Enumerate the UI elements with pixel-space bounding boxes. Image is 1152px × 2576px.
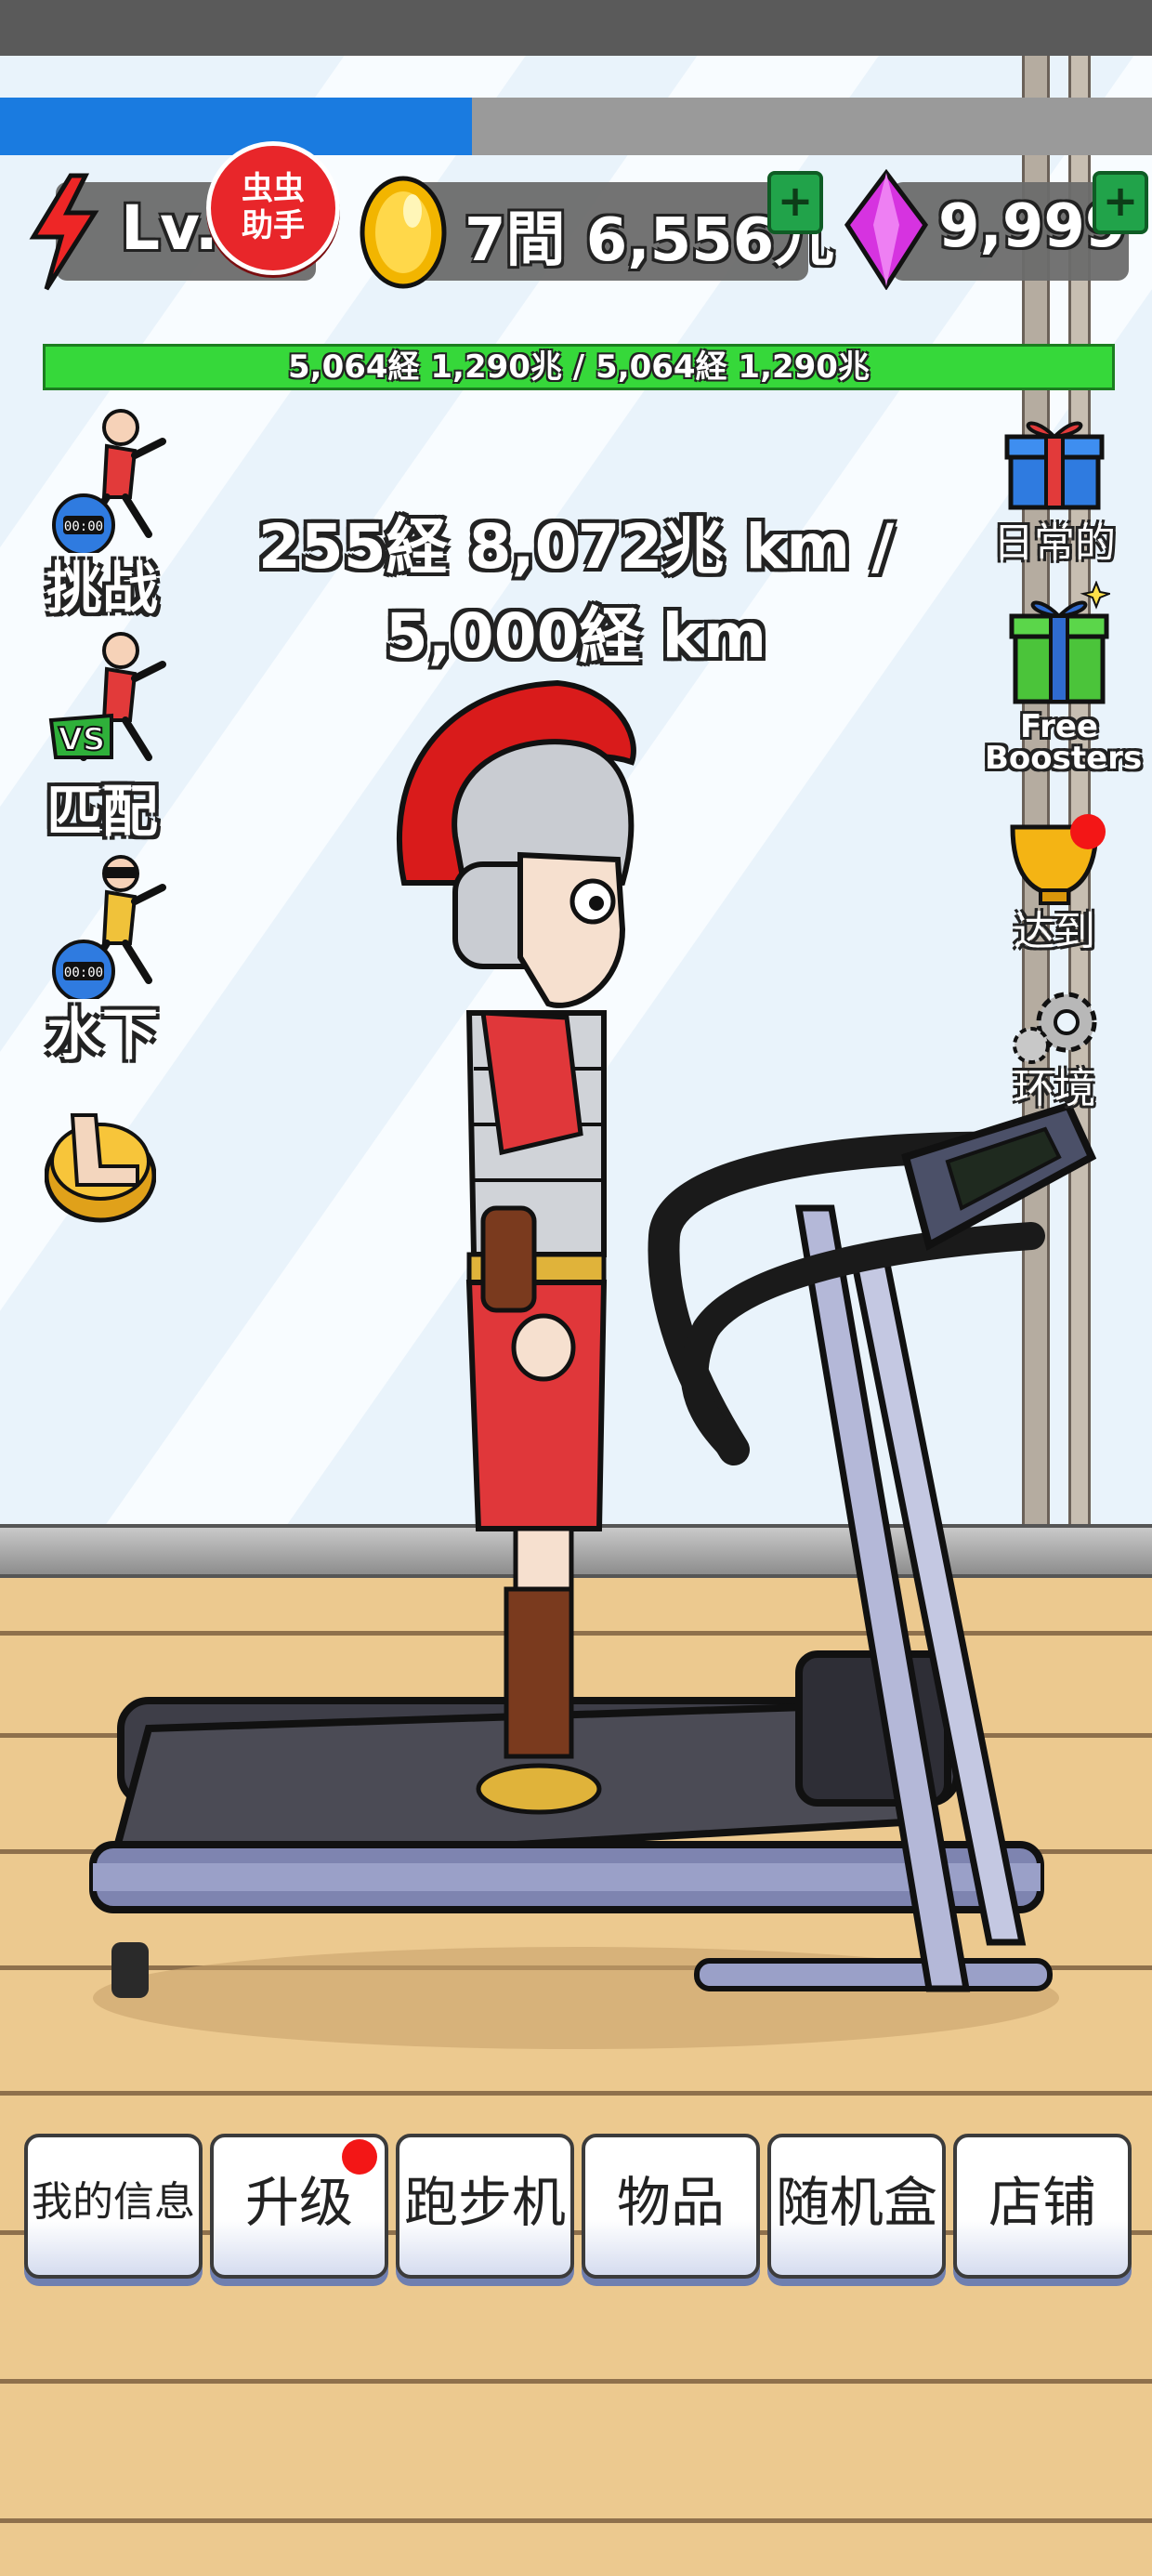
- daily-button[interactable]: 日常的: [985, 409, 1124, 567]
- foot-button[interactable]: [44, 1087, 157, 1227]
- treadmill-button[interactable]: 跑步机: [396, 2134, 574, 2279]
- assistant-badge-line2: 助手: [242, 207, 305, 244]
- assistant-badge-line1: 虫虫: [242, 170, 305, 207]
- hp-bar: 5,064経 1,290兆 / 5,064経 1,290兆: [43, 344, 1115, 390]
- achievement-notification-dot: [1070, 814, 1106, 849]
- green-gift-icon: [1009, 581, 1110, 704]
- purple-gem-icon: [844, 169, 929, 290]
- roman-soldier-character: [397, 679, 636, 1815]
- assistant-badge[interactable]: 虫虫 助手: [206, 141, 340, 275]
- items-button[interactable]: 物品: [582, 2134, 760, 2279]
- timer-text: 00:00: [64, 966, 103, 980]
- stamina-progress-bar: [0, 98, 1152, 155]
- foot-icon: [44, 1113, 157, 1223]
- my-info-button[interactable]: 我的信息: [24, 2134, 203, 2279]
- upgrade-button[interactable]: 升级: [210, 2134, 388, 2279]
- add-gems-button[interactable]: +: [1093, 171, 1148, 234]
- upgrade-label: 升级: [244, 2171, 353, 2234]
- match-button[interactable]: VS 匹配: [37, 627, 167, 845]
- add-coins-button[interactable]: +: [767, 171, 823, 234]
- match-label: 匹配: [46, 780, 158, 845]
- diver-runner-icon: 00:00: [52, 855, 166, 999]
- free-boosters-button[interactable]: Free Boosters: [985, 581, 1143, 777]
- runner-icon: 00:00: [52, 409, 166, 553]
- free-boosters-line1: Free: [1020, 708, 1098, 745]
- distance-counter: 255経 8,072兆 km / 5,000経 km: [257, 511, 895, 672]
- stamina-progress-fill: [0, 98, 473, 155]
- free-boosters-label: Free Boosters: [985, 708, 1143, 777]
- daily-label: 日常的: [993, 519, 1116, 567]
- underwater-button[interactable]: 00:00 水下: [37, 850, 167, 1068]
- achievement-button[interactable]: 达到: [985, 808, 1124, 957]
- timer-text: 00:00: [64, 519, 103, 534]
- underwater-label: 水下: [46, 1003, 158, 1068]
- gold-coin-icon: [360, 176, 447, 289]
- challenge-label: 挑战: [46, 557, 158, 622]
- gift-icon: [1004, 421, 1105, 510]
- top-bar: [0, 0, 1152, 56]
- lightning-icon: [29, 173, 99, 291]
- vs-badge-text: VS: [59, 721, 106, 758]
- upgrade-notification-dot: [342, 2139, 377, 2175]
- achievement-label: 达到: [1014, 908, 1095, 955]
- versus-runner-icon: VS: [48, 632, 166, 761]
- challenge-button[interactable]: 00:00 挑战: [37, 404, 167, 622]
- hp-text: 5,064経 1,290兆 / 5,064経 1,290兆: [288, 348, 870, 386]
- shop-button[interactable]: 店铺: [953, 2134, 1132, 2279]
- random-box-button[interactable]: 随机盒: [767, 2134, 946, 2279]
- environment-label: 环境: [1014, 1065, 1095, 1112]
- environment-button[interactable]: 环境: [985, 980, 1124, 1129]
- free-boosters-line2: Boosters: [985, 740, 1143, 777]
